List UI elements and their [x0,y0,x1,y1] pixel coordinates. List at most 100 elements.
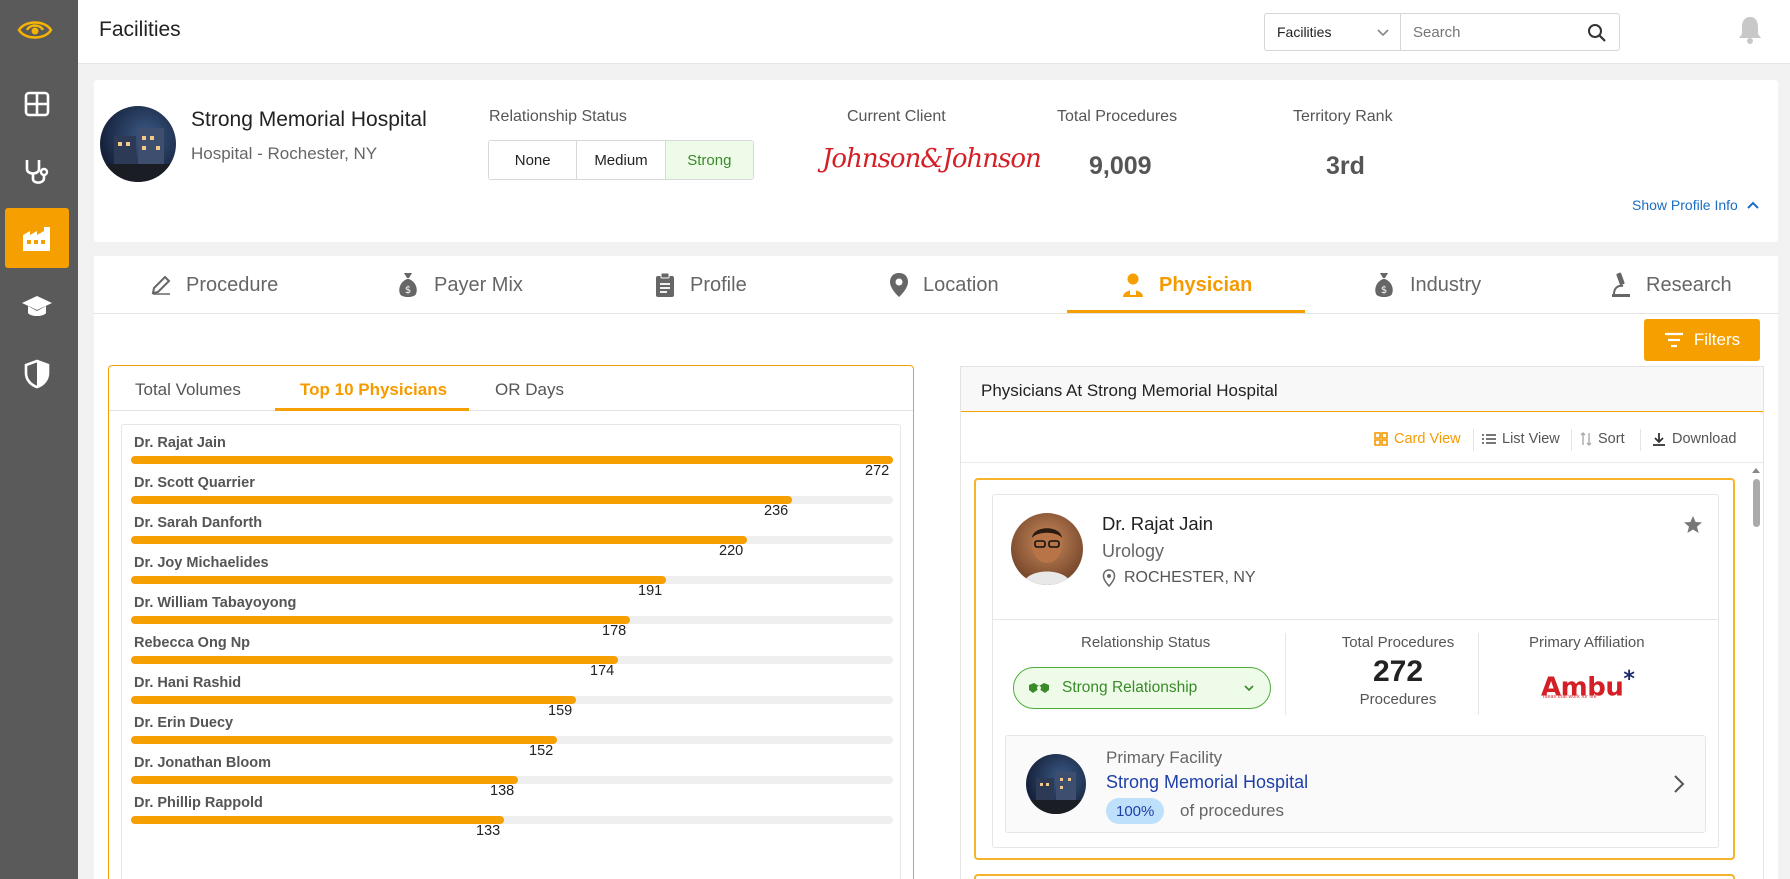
sidebar-item-education[interactable] [5,276,69,336]
facilities-icon [23,227,50,251]
bar-row[interactable]: Dr. Scott Quarrier 236 [122,475,902,519]
stat-divider [1285,633,1286,715]
top-physicians-bar-chart: Dr. Rajat Jain 272 Dr. Scott Quarrier 236 Dr… [121,424,901,879]
show-profile-info-link[interactable]: Show Profile Info [1632,197,1760,213]
list-view-button[interactable]: List View [1482,431,1560,447]
hospital-subtitle: Hospital - Rochester, NY [191,144,378,163]
bar-label: Rebecca Ong Np [134,635,251,651]
tab-label: Industry [1410,273,1482,296]
clipboard-icon [656,272,674,297]
tab-total-volumes[interactable]: Total Volumes [135,380,241,400]
stethoscope-icon [25,160,49,184]
bar-track [131,816,893,824]
favorite-star-icon[interactable] [1683,515,1703,535]
procedure-percent-badge: 100% [1106,798,1165,824]
primary-affiliation-tagline: Ideas that work for life [1543,694,1597,700]
download-label: Download [1672,431,1737,447]
next-physician-card[interactable] [974,874,1735,879]
tab-label: Physician [1159,273,1253,296]
bar-label: Dr. Hani Rashid [134,675,242,691]
search-input[interactable] [1413,15,1583,49]
tab-label: Profile [690,273,747,296]
tab-industry[interactable]: $ Industry [1372,256,1481,314]
sidebar-item-security[interactable] [5,344,69,404]
primary-facility-name[interactable]: Strong Memorial Hospital [1106,772,1308,793]
app-logo-icon[interactable] [12,10,58,50]
show-profile-info-label: Show Profile Info [1632,197,1738,213]
bar-row[interactable]: Dr. Rajat Jain 272 [122,435,902,479]
physician-chart-panel: Total Volumes Top 10 Physicians OR Days … [108,365,914,879]
bar [131,776,518,784]
shield-icon [24,359,50,389]
sidebar-item-dashboard[interactable] [5,74,69,134]
search-scope-select[interactable]: Facilities [1264,13,1401,51]
relationship-option-medium[interactable]: Medium [577,141,666,179]
scroll-thumb[interactable] [1753,479,1760,527]
money-bag-icon: $ [399,273,417,297]
bar-row[interactable]: Rebecca Ong Np 174 [122,635,902,679]
tab-payer-mix[interactable]: $ Payer Mix [396,256,523,314]
bar [131,456,893,464]
hospital-name: Strong Memorial Hospital [191,108,427,131]
map-pin-icon [890,273,908,297]
tab-research[interactable]: Research [1610,256,1732,314]
money-bag-icon: $ [1375,273,1393,297]
tab-location[interactable]: Location [889,256,999,314]
territory-rank-label: Territory Rank [1293,108,1393,125]
handshake-icon [1029,683,1049,693]
chart-tabs: Total Volumes Top 10 Physicians OR Days [109,366,913,411]
toolbar-divider [1640,429,1641,451]
tab-or-days[interactable]: OR Days [495,380,564,400]
tab-procedure[interactable]: Procedure [150,256,278,314]
relationship-option-none[interactable]: None [489,141,578,179]
bar-row[interactable]: Dr. Hani Rashid 159 [122,675,902,719]
bar-row[interactable]: Dr. Joy Michaelides 191 [122,555,902,599]
search-icon[interactable] [1587,23,1607,43]
bar-row[interactable]: Dr. Erin Duecy 152 [122,715,902,759]
list-view-label: List View [1502,431,1560,447]
physician-photo [1011,513,1083,585]
physician-card[interactable]: Dr. Rajat Jain Urology ROCHESTER, NY Rel… [974,478,1735,860]
toolbar-divider [1473,429,1474,451]
bar [131,816,504,824]
hospital-photo [100,106,176,182]
bar-row[interactable]: Dr. Sarah Danforth 220 [122,515,902,559]
bar [131,576,666,584]
bar-row[interactable]: Dr. Jonathan Bloom 138 [122,755,902,799]
facility-photo [1026,754,1086,814]
bar-track [131,536,893,544]
physician-specialty: Urology [1102,541,1165,561]
download-button[interactable]: Download [1652,431,1737,447]
bar-track [131,576,893,584]
filters-button[interactable]: Filters [1644,319,1760,361]
filter-icon [1664,332,1683,348]
card-view-button[interactable]: Card View [1374,431,1461,447]
bar-track [131,696,893,704]
bar-label: Dr. Phillip Rappold [134,795,263,811]
bar-row[interactable]: Dr. Phillip Rappold 133 [122,795,902,839]
tab-physician[interactable]: Physician [1121,256,1252,314]
relationship-option-strong[interactable]: Strong [665,141,753,179]
chevron-right-icon[interactable] [1672,774,1686,794]
graduation-cap-icon [22,296,52,316]
bar-row[interactable]: Dr. William Tabayoyong 178 [122,595,902,639]
sort-button[interactable]: Sort [1580,431,1625,447]
relationship-segmented-control: None Medium Strong [488,140,754,180]
bar-label: Dr. Erin Duecy [134,715,234,731]
tab-top-10-physicians[interactable]: Top 10 Physicians [300,380,447,400]
chevron-down-icon [1377,29,1389,37]
tab-profile[interactable]: Profile [654,256,747,314]
primary-facility-row[interactable]: Primary Facility Strong Memorial Hospita… [1005,735,1706,833]
search-scope-value: Facilities [1277,24,1332,40]
sidebar-item-facilities[interactable] [5,208,69,268]
relationship-status-value: Strong Relationship [1062,679,1198,696]
bar-track [131,656,893,664]
bell-icon[interactable] [1736,14,1764,46]
sidebar-item-physicians[interactable] [5,142,69,202]
sort-icon [1580,432,1592,446]
tab-label: Procedure [186,273,279,296]
list-scrollbar[interactable] [1750,463,1762,879]
primary-facility-label: Primary Facility [1106,748,1223,767]
relationship-status-dropdown[interactable]: Strong Relationship [1013,667,1271,709]
tab-label: Research [1646,273,1732,296]
